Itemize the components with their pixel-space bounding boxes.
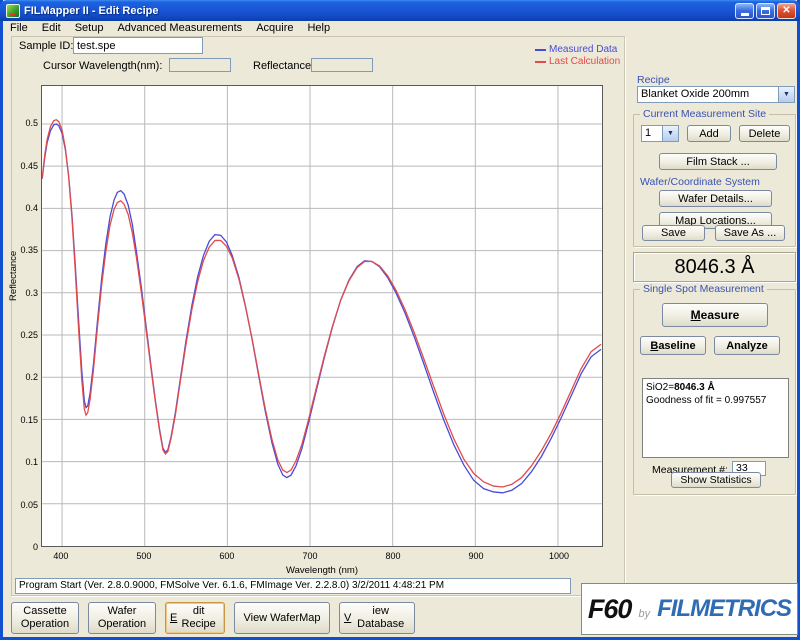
legend-measured-label: Measured Data xyxy=(549,44,617,56)
film-stack-button[interactable]: Film Stack ... xyxy=(659,153,777,170)
baseline-button[interactable]: Baseline xyxy=(640,336,706,355)
y-tick-label: 0.25 xyxy=(15,330,38,340)
reflectance-label: Reflectance: xyxy=(253,60,314,72)
sample-id-input[interactable] xyxy=(73,37,203,54)
recipe-dropdown-arrow-icon[interactable]: ▼ xyxy=(779,86,795,103)
spectrum-curves xyxy=(42,86,602,546)
site-dropdown-arrow-icon[interactable]: ▼ xyxy=(663,125,679,142)
menu-help[interactable]: Help xyxy=(300,22,337,34)
legend-last-calc: Last Calculation xyxy=(535,56,620,68)
wafer-operation-button[interactable]: Wafer Operation xyxy=(88,602,156,634)
spectrum-chart: Reflectance Wavelength (nm) 400500600700… xyxy=(15,76,621,576)
legend-last-calc-label: Last Calculation xyxy=(549,56,620,68)
x-tick-label: 500 xyxy=(127,551,161,561)
logo-brand: FILMETRICS xyxy=(657,595,791,623)
result-material-label: SiO2= xyxy=(646,382,674,393)
maximize-icon xyxy=(761,7,770,15)
site-combobox[interactable]: 1 ▼ xyxy=(641,125,679,142)
cursor-wavelength-label: Cursor Wavelength(nm): xyxy=(43,60,162,72)
measured-line-swatch xyxy=(535,49,546,51)
recipe-label: Recipe xyxy=(637,74,670,86)
x-tick-label: 400 xyxy=(44,551,78,561)
result-goodness-line: Goodness of fit = 0.997557 xyxy=(646,394,785,407)
sample-id-label: Sample ID: xyxy=(19,40,73,52)
wafer-system-label: Wafer/Coordinate System xyxy=(640,176,760,188)
single-spot-group-label: Single Spot Measurement xyxy=(640,283,767,295)
save-button[interactable]: Save xyxy=(642,225,705,241)
menu-advanced-measurements[interactable]: Advanced Measurements xyxy=(110,22,249,34)
recipe-combobox[interactable]: Blanket Oxide 200mm ▼ xyxy=(637,86,795,103)
last-calc-line-swatch xyxy=(535,61,546,63)
bottom-nav: Cassette Operation Wafer Operation Edit … xyxy=(11,602,415,634)
x-tick-label: 1000 xyxy=(542,551,576,561)
measurement-site-group-label: Current Measurement Site xyxy=(640,108,769,120)
single-spot-group: Single Spot Measurement Measure Baseline… xyxy=(633,289,796,495)
x-tick-label: 800 xyxy=(376,551,410,561)
result-thickness-value: 8046.3 Å xyxy=(674,382,715,393)
legend-measured: Measured Data xyxy=(535,44,620,56)
y-tick-label: 0.45 xyxy=(15,161,38,171)
y-tick-label: 0.05 xyxy=(15,500,38,510)
add-button[interactable]: Add xyxy=(687,125,731,142)
menu-file[interactable]: File xyxy=(3,22,35,34)
y-tick-label: 0.4 xyxy=(15,203,38,213)
y-tick-label: 0 xyxy=(15,542,38,552)
cursor-wavelength-field xyxy=(169,58,231,72)
result-thickness-line: SiO2=8046.3 Å xyxy=(646,381,785,394)
y-tick-label: 0.15 xyxy=(15,415,38,425)
menu-setup[interactable]: Setup xyxy=(68,22,111,34)
reflectance-field xyxy=(311,58,373,72)
site-combobox-value: 1 xyxy=(641,125,663,142)
view-database-button[interactable]: View Database xyxy=(339,602,415,634)
plot-area[interactable] xyxy=(41,85,603,547)
menu-acquire[interactable]: Acquire xyxy=(249,22,300,34)
view-wafermap-button[interactable]: View WaferMap xyxy=(234,602,330,634)
show-statistics-button[interactable]: Show Statistics xyxy=(671,472,761,488)
minimize-button[interactable] xyxy=(735,3,754,19)
status-bar: Program Start (Ver. 2.8.0.9000, FMSolve … xyxy=(15,578,571,594)
y-tick-label: 0.3 xyxy=(15,288,38,298)
window-title: FILMapper II - Edit Recipe xyxy=(24,5,733,17)
x-axis-title: Wavelength (nm) xyxy=(41,565,603,576)
maximize-button[interactable] xyxy=(756,3,775,19)
brand-logo: F60 by FILMETRICS xyxy=(581,583,798,635)
measure-button[interactable]: Measure xyxy=(662,303,768,327)
analyze-button[interactable]: Analyze xyxy=(714,336,780,355)
recipe-combobox-value: Blanket Oxide 200mm xyxy=(637,86,779,103)
y-tick-label: 0.2 xyxy=(15,372,38,382)
cassette-operation-button[interactable]: Cassette Operation xyxy=(11,602,79,634)
menu-edit[interactable]: Edit xyxy=(35,22,68,34)
title-bar: FILMapper II - Edit Recipe ✕ xyxy=(0,0,800,21)
app-icon xyxy=(6,4,20,18)
result-box: SiO2=8046.3 Å Goodness of fit = 0.997557 xyxy=(642,378,789,458)
y-tick-label: 0.5 xyxy=(15,118,38,128)
minimize-icon xyxy=(741,13,749,16)
logo-by: by xyxy=(638,608,650,620)
edit-recipe-button[interactable]: Edit Recipe xyxy=(165,602,225,634)
save-as-button[interactable]: Save As ... xyxy=(715,225,785,241)
delete-button[interactable]: Delete xyxy=(739,125,790,142)
chart-legend: Measured Data Last Calculation xyxy=(535,44,620,68)
y-tick-label: 0.1 xyxy=(15,457,38,467)
x-tick-label: 900 xyxy=(459,551,493,561)
thickness-display: 8046.3 Å xyxy=(633,252,796,282)
x-tick-label: 700 xyxy=(293,551,327,561)
logo-model: F60 xyxy=(588,594,632,625)
close-button[interactable]: ✕ xyxy=(777,3,796,19)
y-tick-label: 0.35 xyxy=(15,245,38,255)
x-tick-label: 600 xyxy=(210,551,244,561)
menu-bar: File Edit Setup Advanced Measurements Ac… xyxy=(3,21,797,35)
close-icon: ✕ xyxy=(782,5,790,16)
wafer-details-button[interactable]: Wafer Details... xyxy=(659,190,772,207)
